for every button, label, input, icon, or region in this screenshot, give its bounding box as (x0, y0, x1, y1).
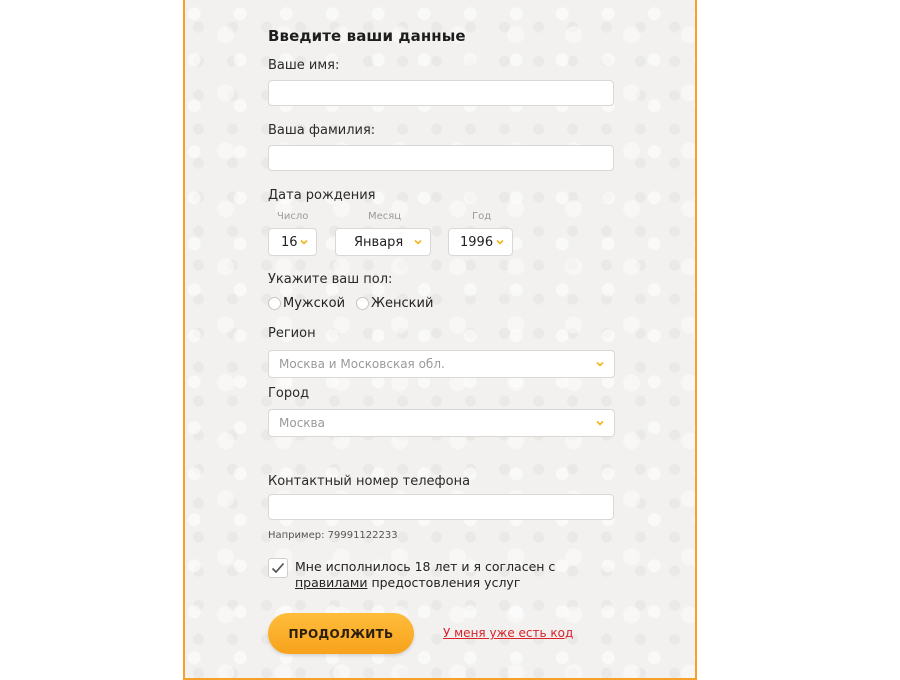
region-label: Регион (268, 326, 316, 341)
gender-option-female[interactable]: Женский (356, 296, 433, 311)
registration-panel: Введите ваши данные Ваше имя: Ваша фамил… (183, 0, 697, 680)
birth-date-label: Дата рождения (268, 188, 376, 203)
city-select[interactable]: Москва (268, 409, 615, 437)
rules-link[interactable]: правилами (295, 575, 367, 590)
gender-label: Укажите ваш пол: (268, 272, 393, 287)
last-name-label: Ваша фамилия: (268, 123, 376, 138)
last-name-field[interactable] (268, 145, 614, 171)
city-value: Москва (279, 416, 325, 430)
chevron-down-icon (596, 360, 604, 368)
year-value: 1996 (460, 234, 494, 250)
gender-option-male[interactable]: Мужской (268, 296, 345, 311)
region-value: Москва и Московская обл. (279, 357, 445, 371)
day-value: 16 (281, 234, 298, 250)
phone-hint: Например: 79991122233 (268, 530, 398, 541)
month-select[interactable]: Января (335, 228, 431, 256)
have-code-link[interactable]: У меня уже есть код (443, 626, 573, 640)
city-label: Город (268, 386, 310, 401)
radio-button[interactable] (356, 297, 369, 310)
chevron-down-icon (300, 238, 308, 246)
gender-option-label: Мужской (283, 296, 346, 311)
month-value: Января (354, 234, 404, 250)
gender-option-label: Женский (371, 296, 434, 311)
radio-button[interactable] (268, 297, 281, 310)
consent-text-after: предостовления услуг (367, 575, 521, 590)
first-name-field[interactable] (268, 80, 614, 106)
chevron-down-icon (414, 238, 422, 246)
continue-button[interactable]: ПРОДОЛЖИТЬ (268, 613, 414, 654)
chevron-down-icon (596, 419, 604, 427)
consent-text-before: Мне исполнилось 18 лет и я согласен с (295, 559, 556, 574)
form-title: Введите ваши данные (268, 27, 466, 45)
consent-text: Мне исполнилось 18 лет и я согласен с пр… (295, 559, 615, 591)
year-label: Год (472, 211, 492, 222)
day-label: Число (277, 211, 309, 222)
first-name-label: Ваше имя: (268, 58, 340, 73)
month-label: Месяц (368, 211, 402, 222)
consent-checkbox[interactable] (268, 558, 288, 578)
phone-label: Контактный номер телефона (268, 474, 471, 489)
phone-field[interactable] (268, 494, 614, 520)
year-select[interactable]: 1996 (448, 228, 513, 256)
region-select[interactable]: Москва и Московская обл. (268, 350, 615, 378)
chevron-down-icon (496, 238, 504, 246)
day-select[interactable]: 16 (268, 228, 317, 256)
checkmark-icon (271, 559, 285, 578)
